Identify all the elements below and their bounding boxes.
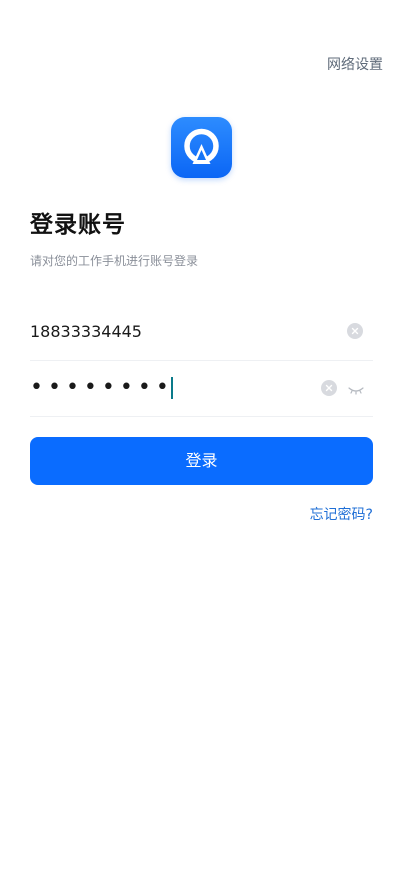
eye-closed-icon[interactable] — [348, 382, 364, 395]
network-settings-link[interactable]: 网络设置 — [327, 55, 383, 75]
app-logo-icon — [171, 117, 232, 178]
password-dots: •••••••• — [30, 375, 174, 400]
page-subtitle: 请对您的工作手机进行账号登录 — [30, 254, 199, 268]
phone-input[interactable]: 18833334445 — [30, 321, 142, 343]
clear-icon[interactable] — [347, 323, 363, 339]
password-field[interactable]: •••••••• — [30, 360, 373, 417]
password-input[interactable]: •••••••• — [30, 374, 173, 402]
forgot-password-link[interactable]: 忘记密码? — [310, 505, 373, 525]
page-title: 登录账号 — [30, 212, 126, 238]
text-caret — [170, 377, 173, 399]
login-button[interactable]: 登录 — [30, 437, 373, 485]
clear-icon[interactable] — [321, 380, 337, 396]
phone-field[interactable]: 18833334445 — [30, 304, 373, 361]
